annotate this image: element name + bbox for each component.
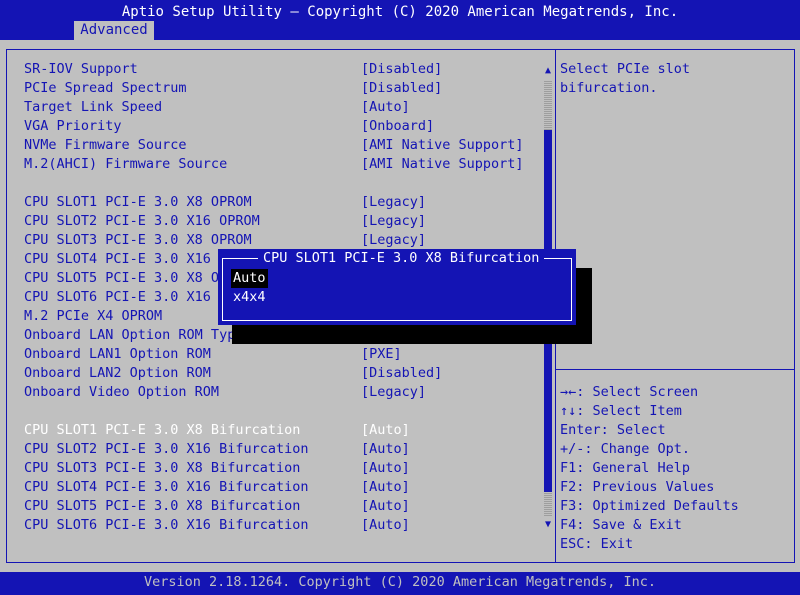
setting-value[interactable]: [Auto] <box>361 459 410 478</box>
setting-label: CPU SLOT4 PCI-E 3.0 X16 <box>24 251 211 267</box>
footer-text: Version 2.18.1264. Copyright (C) 2020 Am… <box>143 574 657 590</box>
setting-label: M.2(AHCI) Firmware Source <box>24 156 228 172</box>
bifurcation-popup: CPU SLOT1 PCI-E 3.0 X8 Bifurcation Auto … <box>218 249 576 325</box>
setting-value[interactable]: [Legacy] <box>361 231 426 250</box>
setting-value[interactable]: [Legacy] <box>361 383 426 402</box>
help-text: Select PCIe slot bifurcation. <box>560 61 691 96</box>
setting-value[interactable]: [Legacy] <box>361 193 426 212</box>
setting-label: Onboard LAN2 Option ROM <box>24 365 211 381</box>
setting-label: NVMe Firmware Source <box>24 137 187 153</box>
setting-label: CPU SLOT1 PCI-E 3.0 X8 Bifurcation <box>24 422 301 438</box>
key-hint: F2: Previous Values <box>560 479 715 495</box>
setting-label: CPU SLOT6 PCI-E 3.0 X16 <box>24 289 211 305</box>
key-hint: ESC: Exit <box>560 536 634 552</box>
key-hint: F4: Save & Exit <box>560 517 682 533</box>
setting-label: CPU SLOT4 PCI-E 3.0 X16 Bifurcation <box>24 479 309 495</box>
setting-label: CPU SLOT5 PCI-E 3.0 X8 Bifurcation <box>24 498 301 514</box>
popup-title: CPU SLOT1 PCI-E 3.0 X8 Bifurcation <box>258 249 545 268</box>
setting-value[interactable]: [Legacy] <box>361 212 426 231</box>
frame-left <box>6 49 7 563</box>
setting-value[interactable]: [Auto] <box>361 478 410 497</box>
help-divider <box>555 369 794 370</box>
setting-value[interactable]: [Disabled] <box>361 364 442 383</box>
setting-label: Onboard LAN Option ROM Typ <box>24 327 236 343</box>
key-hint: F3: Optimized Defaults <box>560 498 739 514</box>
setting-label: CPU SLOT2 PCI-E 3.0 X16 OPROM <box>24 213 260 229</box>
setting-label: Onboard LAN1 Option ROM <box>24 346 211 362</box>
popup-option-x4x4[interactable]: x4x4 <box>231 288 268 307</box>
key-hint: +/-: Change Opt. <box>560 441 691 457</box>
setting-label: CPU SLOT1 PCI-E 3.0 X8 OPROM <box>24 194 252 210</box>
setting-label: Target Link Speed <box>24 99 163 115</box>
tab-advanced[interactable]: Advanced <box>74 21 154 40</box>
setting-label: CPU SLOT6 PCI-E 3.0 X16 Bifurcation <box>24 517 309 533</box>
up-arrow-icon[interactable]: ▲ <box>542 61 554 80</box>
setting-label: CPU SLOT3 PCI-E 3.0 X8 OPROM <box>24 232 252 248</box>
setting-value[interactable]: [PXE] <box>361 345 402 364</box>
setting-label: CPU SLOT3 PCI-E 3.0 X8 Bifurcation <box>24 460 301 476</box>
setting-value[interactable]: [AMI Native Support] <box>361 155 524 174</box>
setting-label: VGA Priority <box>24 118 122 134</box>
setting-value[interactable]: [Auto] <box>361 421 410 440</box>
setting-label: CPU SLOT2 PCI-E 3.0 X16 Bifurcation <box>24 441 309 457</box>
popup-option-auto[interactable]: Auto <box>231 269 268 288</box>
footer-bar: Version 2.18.1264. Copyright (C) 2020 Am… <box>0 572 800 595</box>
key-hint: F1: General Help <box>560 460 691 476</box>
setting-value[interactable]: [Disabled] <box>361 60 442 79</box>
title-bar: Aptio Setup Utility – Copyright (C) 2020… <box>0 0 800 40</box>
down-arrow-icon[interactable]: ▼ <box>542 515 554 534</box>
setting-value[interactable]: [Disabled] <box>361 79 442 98</box>
frame-top <box>6 49 794 50</box>
key-hint: ↑↓: Select Item <box>560 403 682 419</box>
app-title: Aptio Setup Utility – Copyright (C) 2020… <box>121 4 679 20</box>
key-hint: →←: Select Screen <box>560 384 699 400</box>
setting-value[interactable]: [Onboard] <box>361 117 434 136</box>
setting-label: SR-IOV Support <box>24 61 138 77</box>
setting-label: CPU SLOT5 PCI-E 3.0 X8 O <box>24 270 220 286</box>
frame-bottom <box>6 562 794 563</box>
key-legend: →←: Select Screen ↑↓: Select Item Enter: S… <box>560 383 790 554</box>
setting-label: PCIe Spread Spectrum <box>24 80 187 96</box>
setting-label: Onboard Video Option ROM <box>24 384 220 400</box>
setting-value[interactable]: [Auto] <box>361 440 410 459</box>
frame-right <box>794 49 795 563</box>
setting-value[interactable]: [Auto] <box>361 516 410 535</box>
setting-value[interactable]: [Auto] <box>361 497 410 516</box>
setting-value[interactable]: [Auto] <box>361 98 410 117</box>
setting-value[interactable]: [AMI Native Support] <box>361 136 524 155</box>
key-hint: Enter: Select <box>560 422 666 438</box>
setting-label: M.2 PCIe X4 OPROM <box>24 308 163 324</box>
